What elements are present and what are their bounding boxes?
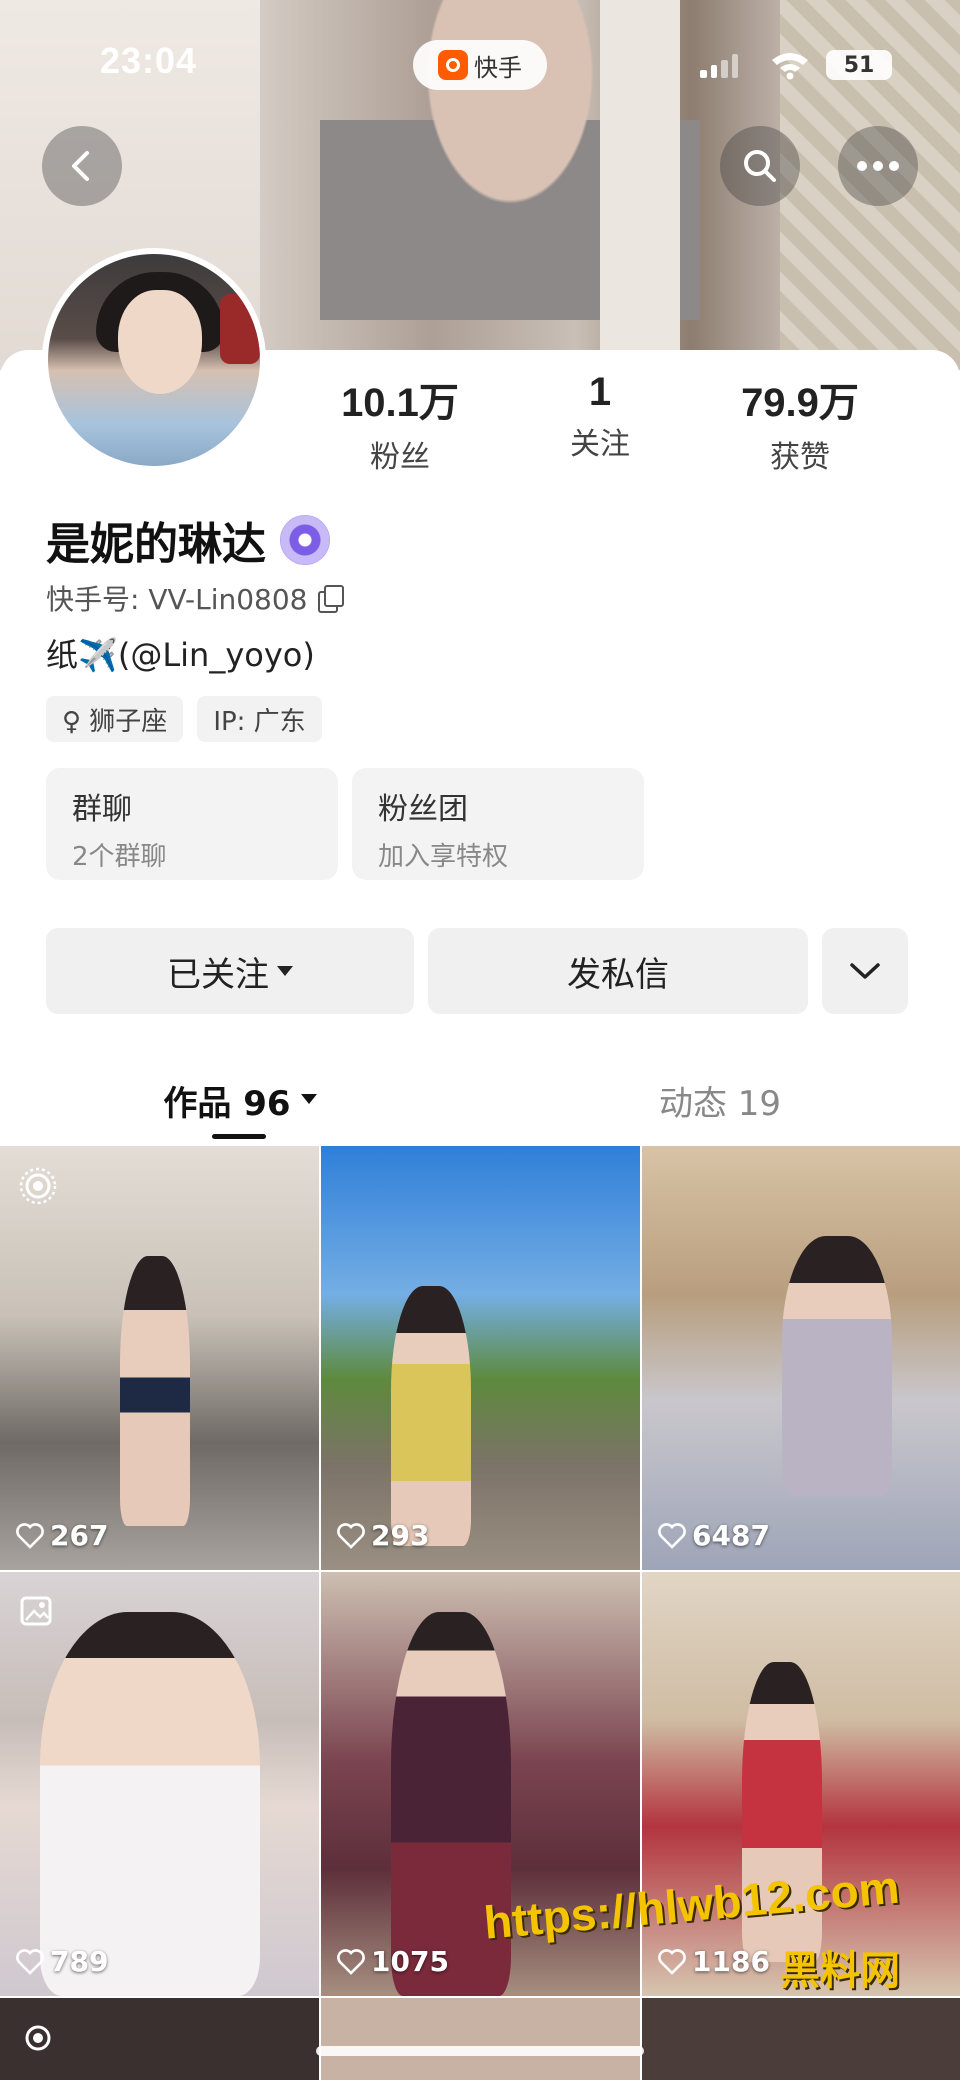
card-subtitle: 加入享特权 <box>378 842 509 872</box>
work-thumbnail[interactable] <box>642 1998 960 2080</box>
feature-cards: 群聊 2个群聊 粉丝团 加入享特权 <box>46 768 644 880</box>
like-count-value: 789 <box>50 1945 109 1978</box>
search-button[interactable] <box>720 126 800 206</box>
group-chat-card[interactable]: 群聊 2个群聊 <box>46 768 338 880</box>
fan-club-card[interactable]: 粉丝团 加入享特权 <box>352 768 644 880</box>
work-thumbnail[interactable] <box>0 1998 319 2080</box>
tab-label: 动态 19 <box>658 1084 782 1124</box>
live-photo-icon <box>25 2025 51 2051</box>
active-tab-indicator <box>212 1134 266 1139</box>
stat-label: 获赞 <box>770 440 830 475</box>
followed-button[interactable]: 已关注 <box>46 928 414 1014</box>
profile-tags: ♀ 狮子座 IP: 广东 <box>46 696 322 742</box>
heart-icon <box>337 1948 365 1975</box>
stat-label: 关注 <box>570 427 630 462</box>
stat-followers[interactable]: 10.1万 粉丝 <box>300 370 500 475</box>
watermark: https://hlwb12.com 黑料网 <box>430 1861 902 1996</box>
kuaishou-id: 快手号: VV-Lin0808 <box>46 583 308 616</box>
tag-zodiac: ♀ 狮子座 <box>46 696 184 742</box>
like-count: 6487 <box>658 1519 770 1552</box>
tab-works[interactable]: 作品 96 <box>0 1060 480 1140</box>
home-indicator[interactable] <box>316 2046 644 2056</box>
back-button[interactable] <box>42 126 122 206</box>
like-count: 293 <box>337 1519 429 1552</box>
work-thumbnail[interactable] <box>321 1998 640 2080</box>
card-subtitle: 2个群聊 <box>72 842 167 872</box>
tag-ip-location: IP: 广东 <box>197 696 322 742</box>
send-message-button[interactable]: 发私信 <box>428 928 808 1014</box>
stat-value: 79.9万 <box>741 381 859 425</box>
work-thumbnail[interactable]: 789 <box>0 1572 319 1996</box>
stat-following[interactable]: 1 关注 <box>500 370 700 470</box>
source-app-name: 快手 <box>474 53 522 82</box>
like-count: 267 <box>16 1519 108 1552</box>
heart-icon <box>658 1522 686 1549</box>
card-title: 粉丝团 <box>378 792 468 827</box>
search-icon <box>744 150 776 182</box>
nickname-row: 是妮的琳达 <box>46 508 330 572</box>
like-count-value: 293 <box>371 1519 430 1552</box>
profile-stats: 10.1万 粉丝 1 关注 79.9万 获赞 <box>300 370 920 475</box>
status-bar: 23:04 快手 51 <box>0 40 960 90</box>
profile-bio: 纸✈️(@Lin_yoyo) <box>46 636 315 674</box>
work-thumbnail[interactable]: 293 <box>321 1146 640 1570</box>
wifi-icon <box>772 53 808 80</box>
live-photo-icon <box>19 1167 57 1205</box>
kuaishou-id-row: 快手号: VV-Lin0808 <box>46 578 344 618</box>
status-time: 23:04 <box>100 40 198 81</box>
stat-value: 10.1万 <box>341 381 459 425</box>
expand-recommendations-button[interactable] <box>822 928 908 1014</box>
tab-label: 作品 96 <box>163 1084 291 1124</box>
more-options-button[interactable] <box>838 126 918 206</box>
cellular-signal-icon <box>700 54 738 78</box>
stat-likes[interactable]: 79.9万 获赞 <box>700 370 900 475</box>
send-message-label: 发私信 <box>567 954 669 995</box>
heart-icon <box>337 1522 365 1549</box>
source-app-pill[interactable]: 快手 <box>413 40 547 90</box>
work-thumbnail[interactable]: 267 <box>0 1146 319 1570</box>
heart-icon <box>16 1948 44 1975</box>
avatar[interactable] <box>42 248 266 472</box>
stat-label: 粉丝 <box>370 440 430 475</box>
battery-indicator: 51 <box>826 50 892 80</box>
followed-label: 已关注 <box>167 954 269 995</box>
tab-moments[interactable]: 动态 19 <box>480 1060 960 1140</box>
like-count: 789 <box>16 1945 108 1978</box>
work-thumbnail[interactable]: 6487 <box>642 1146 960 1570</box>
caret-down-icon <box>300 1094 317 1104</box>
profile-actions: 已关注 发私信 <box>46 928 908 1014</box>
kuaishou-logo-icon <box>438 50 468 80</box>
profile-page: 23:04 快手 51 10.1万 粉丝 1 关注 79.9万 获赞 是妮的琳达… <box>0 0 960 2080</box>
card-title: 群聊 <box>72 792 132 827</box>
more-dots-icon <box>857 161 899 171</box>
gallery-icon <box>20 1596 52 1626</box>
heart-icon <box>16 1522 44 1549</box>
creator-badge-icon[interactable] <box>280 515 330 565</box>
stat-value: 1 <box>588 370 612 414</box>
like-count-value: 6487 <box>692 1519 770 1552</box>
caret-down-icon <box>277 966 293 976</box>
profile-nickname: 是妮的琳达 <box>46 519 266 570</box>
copy-icon[interactable] <box>316 585 344 613</box>
chevron-down-icon <box>850 963 880 979</box>
chevron-left-icon <box>72 151 89 181</box>
like-count-value: 267 <box>50 1519 109 1552</box>
content-tabs: 作品 96 动态 19 <box>0 1060 960 1140</box>
